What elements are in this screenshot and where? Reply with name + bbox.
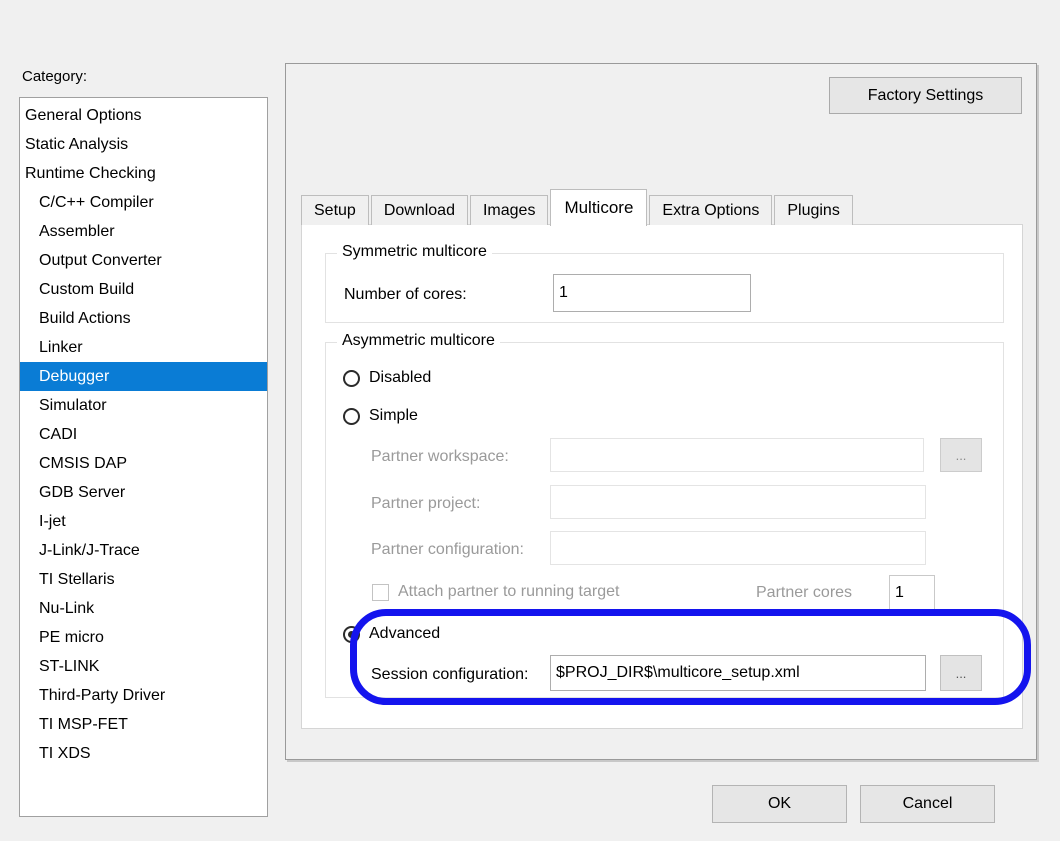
radio-simple[interactable]: Simple [343,407,418,425]
sidebar-item-label: Nu-Link [39,600,95,617]
tab-label: Extra Options [662,202,760,219]
sidebar-item-static-analysis[interactable]: Static Analysis [20,130,267,159]
partner-workspace-browse-button[interactable]: ... [940,438,982,472]
partner-project-input[interactable] [550,485,926,519]
ok-button[interactable]: OK [712,785,847,823]
tab-label: Download [383,202,455,219]
sidebar-item-label: Static Analysis [25,136,129,153]
asymmetric-multicore-group: Asymmetric multicore Disabled Simple Par… [325,332,1004,698]
tab-strip: Setup Download Images Multicore Extra Op… [301,189,855,226]
cancel-button[interactable]: Cancel [860,785,995,823]
sidebar-item-ti-stellaris[interactable]: TI Stellaris [20,565,267,594]
sidebar-item-general-options[interactable]: General Options [20,101,267,130]
session-configuration-label: Session configuration: [371,666,529,683]
category-list[interactable]: General Options Static Analysis Runtime … [19,97,268,817]
tab-images[interactable]: Images [469,195,549,225]
sidebar-item-label: Custom Build [39,281,135,298]
sidebar-item-label: TI MSP-FET [39,716,128,733]
sidebar-item-i-jet[interactable]: I-jet [20,507,267,536]
tab-label: Images [482,202,536,219]
sidebar-item-label: ST-LINK [39,658,100,675]
factory-settings-button[interactable]: Factory Settings [829,77,1022,114]
sidebar-item-label: General Options [25,107,142,124]
radio-circle-checked-icon [343,625,360,643]
sidebar-item-label: J-Link/J-Trace [39,542,140,559]
sidebar-item-custom-build[interactable]: Custom Build [20,275,267,304]
sidebar-item-label: Linker [39,339,83,356]
sidebar-item-label: CADI [39,426,78,443]
number-of-cores-input[interactable]: 1 [553,274,751,312]
tab-label: Setup [314,202,356,219]
sidebar-item-third-party-driver[interactable]: Third-Party Driver [20,681,267,710]
sidebar-item-output-converter[interactable]: Output Converter [20,246,267,275]
sidebar-item-ti-xds[interactable]: TI XDS [20,739,267,768]
sidebar-item-label: Third-Party Driver [39,687,166,704]
sidebar-item-debugger[interactable]: Debugger [20,362,267,391]
sidebar-item-st-link[interactable]: ST-LINK [20,652,267,681]
tab-plugins[interactable]: Plugins [774,195,853,225]
radio-disabled-label: Disabled [369,369,432,386]
category-label: Category: [22,68,88,85]
sidebar-item-runtime-checking[interactable]: Runtime Checking [20,159,267,188]
sidebar-item-linker[interactable]: Linker [20,333,267,362]
checkbox-square-icon [372,583,389,601]
sidebar-item-label: Runtime Checking [25,165,156,182]
sidebar-item-cmsis-dap[interactable]: CMSIS DAP [20,449,267,478]
sidebar-item-cadi[interactable]: CADI [20,420,267,449]
tab-label: Multicore [564,198,634,217]
radio-circle-icon [343,407,360,425]
radio-simple-label: Simple [369,407,418,424]
sidebar-item-simulator[interactable]: Simulator [20,391,267,420]
partner-workspace-label: Partner workspace: [371,448,509,465]
sidebar-item-pe-micro[interactable]: PE micro [20,623,267,652]
radio-circle-icon [343,369,360,387]
sidebar-item-label: TI Stellaris [39,571,115,588]
sidebar-item-label: Debugger [39,368,110,385]
sidebar-item-label: C/C++ Compiler [39,194,154,211]
multicore-tab-page: Symmetric multicore Number of cores: 1 A… [301,224,1031,729]
sidebar-item-build-actions[interactable]: Build Actions [20,304,267,333]
partner-workspace-input[interactable] [550,438,924,472]
attach-partner-checkbox[interactable]: Attach partner to running target [372,583,619,601]
symmetric-multicore-title: Symmetric multicore [337,243,492,261]
sidebar-item-c-cpp-compiler[interactable]: C/C++ Compiler [20,188,267,217]
sidebar-item-label: GDB Server [39,484,126,501]
sidebar-item-label: TI XDS [39,745,91,762]
sidebar-item-label: CMSIS DAP [39,455,128,472]
partner-configuration-input[interactable] [550,531,926,565]
sidebar-item-ti-msp-fet[interactable]: TI MSP-FET [20,710,267,739]
partner-project-label: Partner project: [371,495,481,512]
sidebar-item-label: Assembler [39,223,115,240]
partner-cores-label: Partner cores [756,584,853,601]
symmetric-multicore-group: Symmetric multicore Number of cores: 1 [325,243,1004,323]
sidebar-item-assembler[interactable]: Assembler [20,217,267,246]
tab-download[interactable]: Download [370,195,468,225]
radio-disabled[interactable]: Disabled [343,369,431,387]
number-of-cores-label: Number of cores: [344,286,467,303]
options-panel: Factory Settings Setup Download Images M… [285,63,1037,760]
sidebar-item-label: PE micro [39,629,104,646]
sidebar-item-j-link-j-trace[interactable]: J-Link/J-Trace [20,536,267,565]
asymmetric-multicore-title: Asymmetric multicore [337,332,500,350]
session-configuration-input[interactable]: $PROJ_DIR$\multicore_setup.xml [550,655,926,691]
sidebar-item-label: I-jet [39,513,66,530]
attach-partner-label: Attach partner to running target [398,583,620,600]
tab-extra-options[interactable]: Extra Options [649,195,773,225]
partner-configuration-label: Partner configuration: [371,541,524,558]
sidebar-item-label: Build Actions [39,310,131,327]
tab-setup[interactable]: Setup [301,195,369,225]
radio-advanced-label: Advanced [369,625,441,642]
tab-label: Plugins [787,202,840,219]
session-configuration-browse-button[interactable]: ... [940,655,982,691]
sidebar-item-label: Output Converter [39,252,162,269]
sidebar-item-nu-link[interactable]: Nu-Link [20,594,267,623]
radio-advanced[interactable]: Advanced [343,625,440,643]
tab-multicore[interactable]: Multicore [550,189,648,226]
partner-cores-input[interactable]: 1 [889,575,935,611]
sidebar-item-label: Simulator [39,397,107,414]
sidebar-item-gdb-server[interactable]: GDB Server [20,478,267,507]
